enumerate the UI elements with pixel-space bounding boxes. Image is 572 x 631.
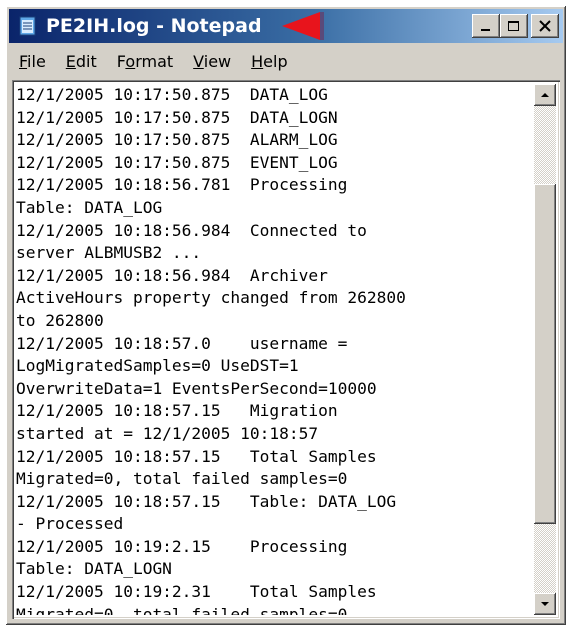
- text-line: 12/1/2005 10:18:56.781 Processing: [16, 175, 348, 195]
- text-line: 12/1/2005 10:17:50.875 DATA_LOGN: [16, 107, 338, 127]
- menu-help-accel: H: [251, 51, 264, 71]
- menu-edit[interactable]: Edit: [56, 52, 107, 71]
- text-line: server ALBMUSB2 ...: [16, 243, 202, 263]
- menu-view[interactable]: View: [183, 52, 241, 71]
- text-line: 12/1/2005 10:18:56.984 Archiver: [16, 265, 328, 285]
- menu-view-label: iew: [203, 51, 232, 71]
- text-line: 12/1/2005 10:17:50.875 EVENT_LOG: [16, 152, 338, 172]
- red-arrow-pointing-left-icon: [280, 9, 326, 43]
- text-line: 12/1/2005 10:17:50.875 ALARM_LOG: [16, 130, 338, 150]
- menu-help-label: elp: [263, 51, 288, 71]
- text-line: LogMigratedSamples=0 UseDST=1: [16, 356, 299, 376]
- text-line: 12/1/2005 10:18:56.984 Connected to: [16, 220, 367, 240]
- menu-file[interactable]: File: [9, 52, 56, 71]
- caption-buttons: [472, 14, 559, 38]
- vertical-scrollbar[interactable]: [534, 84, 556, 615]
- arrow-up-icon: [541, 93, 549, 97]
- text-content[interactable]: 12/1/2005 10:17:50.875 DATA_LOG 12/1/200…: [16, 84, 534, 615]
- close-icon: [539, 20, 551, 32]
- text-line: Table: DATA_LOG: [16, 197, 163, 217]
- text-line: 12/1/2005 10:18:57.15 Total Samples: [16, 446, 377, 466]
- scrollbar-thumb[interactable]: [534, 184, 556, 524]
- menu-edit-accel: E: [65, 51, 76, 71]
- text-line: to 262800: [16, 310, 104, 330]
- title-bar[interactable]: PE2IH.log - Notepad: [9, 9, 563, 43]
- text-line: 12/1/2005 10:17:50.875 DATA_LOG: [16, 85, 328, 104]
- text-line: ActiveHours property changed from 262800: [16, 288, 406, 308]
- maximize-icon: [508, 21, 519, 31]
- text-line: 12/1/2005 10:18:57.15 Migration: [16, 401, 338, 421]
- minimize-button[interactable]: [472, 14, 500, 38]
- menu-format-accel: o: [125, 51, 136, 71]
- text-line: 12/1/2005 10:19:2.31 Total Samples: [16, 582, 377, 602]
- maximize-button[interactable]: [500, 14, 528, 38]
- text-line: - Processed: [16, 514, 124, 534]
- arrow-down-icon: [541, 602, 549, 606]
- text-editor[interactable]: 12/1/2005 10:17:50.875 DATA_LOG 12/1/200…: [12, 80, 560, 619]
- menu-edit-label: dit: [75, 51, 97, 71]
- menu-format[interactable]: Format: [107, 52, 183, 71]
- notepad-icon[interactable]: [17, 14, 39, 38]
- text-line: Migrated=0, total failed samples=0: [16, 469, 348, 489]
- text-line: 12/1/2005 10:18:57.15 Table: DATA_LOG: [16, 491, 397, 511]
- menu-help[interactable]: Help: [241, 52, 297, 71]
- menu-file-label: ile: [27, 51, 46, 71]
- scroll-down-button[interactable]: [534, 593, 556, 615]
- text-line: OverwriteData=1 EventsPerSecond=10000: [16, 378, 377, 398]
- text-line: started at = 12/1/2005 10:18:57: [16, 423, 319, 443]
- notepad-window: PE2IH.log - Notepad File Edit Format Vie…: [6, 6, 566, 625]
- menu-view-accel: V: [193, 51, 204, 71]
- window-title: PE2IH.log - Notepad: [46, 15, 262, 37]
- text-line: 12/1/2005 10:18:57.0 username =: [16, 333, 348, 353]
- text-line: Table: DATA_LOGN: [16, 559, 172, 579]
- text-line: 12/1/2005 10:19:2.15 Processing: [16, 536, 348, 556]
- minimize-icon: [481, 29, 490, 31]
- menu-bar: File Edit Format View Help: [9, 46, 563, 76]
- text-line: Migrated=0, total failed samples=0: [16, 604, 348, 615]
- scroll-up-button[interactable]: [534, 84, 556, 106]
- menu-format-label: rmat: [135, 51, 174, 71]
- menu-file-accel: F: [19, 51, 28, 71]
- close-button[interactable]: [531, 14, 559, 38]
